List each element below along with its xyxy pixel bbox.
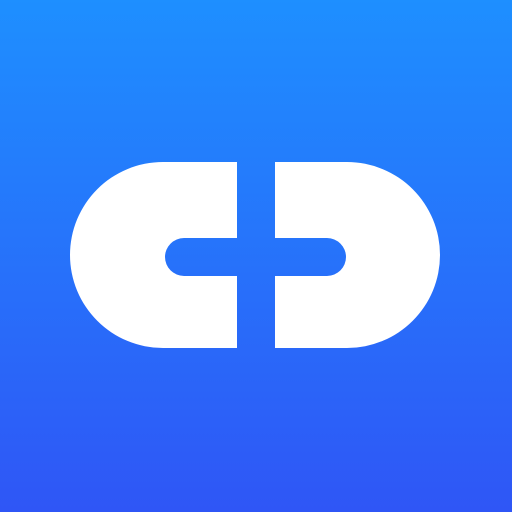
link-right-half <box>275 162 440 348</box>
link-icon <box>70 162 440 348</box>
app-icon <box>0 0 512 512</box>
link-left-half <box>70 162 237 348</box>
